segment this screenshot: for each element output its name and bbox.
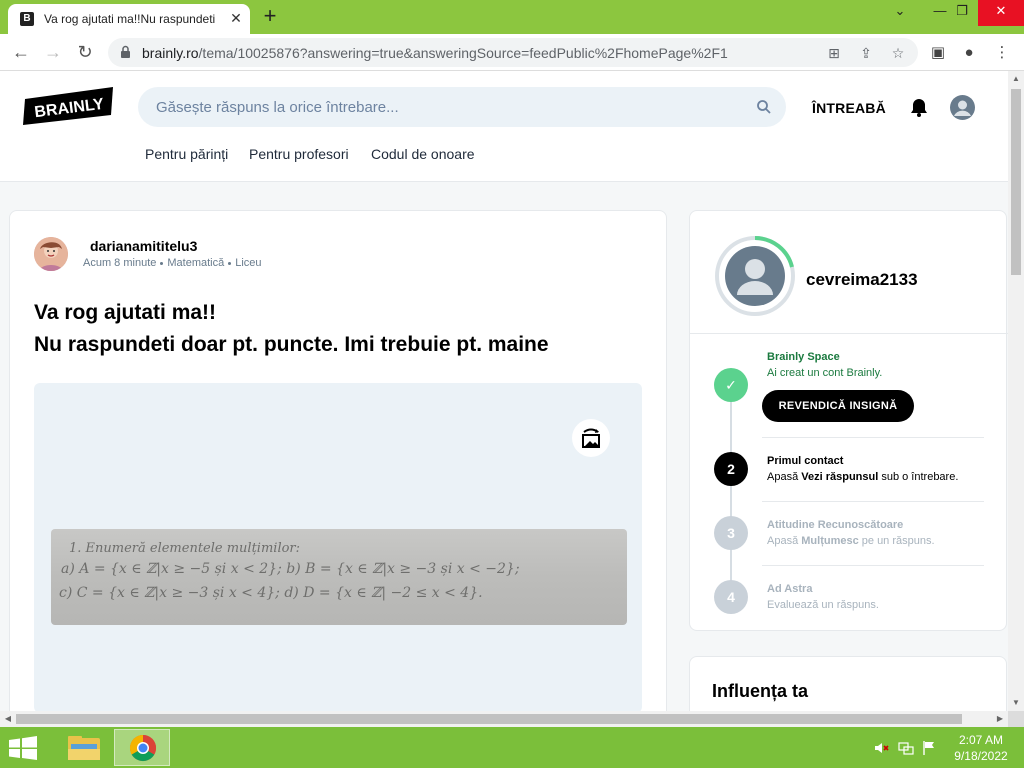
network-icon[interactable] (898, 740, 914, 756)
claim-badge-button[interactable]: REVENDICĂ INSIGNĂ (762, 390, 914, 422)
site-header: BRAINLY Găsește răspuns la orice întreba… (0, 71, 1008, 182)
brainly-logo[interactable]: BRAINLY (23, 87, 115, 125)
question-meta: Acum 8 minute Matematică Liceu (83, 257, 262, 269)
user-avatar-icon[interactable] (950, 95, 975, 120)
asker-avatar[interactable] (34, 237, 68, 271)
lock-icon (121, 45, 130, 58)
question-attachment[interactable]: 1. Enumeră elementele mulțimilor: a) A =… (34, 383, 642, 711)
profile-card: cevreima2133 ✓ Brainly Space Ai creat un… (689, 210, 1008, 631)
scroll-down-icon[interactable]: ▼ (1008, 695, 1024, 711)
forward-icon[interactable]: → (40, 40, 66, 66)
question-time: Acum 8 minute (83, 257, 157, 269)
scrollbar-thumb[interactable] (16, 714, 962, 724)
question-subject-link[interactable]: Matematică (167, 257, 224, 269)
influence-card: Influența ta (689, 656, 1007, 711)
image-rotate-icon (582, 428, 600, 448)
photo-line-3: c) C = {x ∈ ℤ|x ≥ −3 și x < 4}; d) D = {… (59, 585, 483, 601)
menu-kebab-icon[interactable]: ⋮ (990, 41, 1014, 65)
scroll-up-icon[interactable]: ▲ (1008, 71, 1024, 87)
profile-username[interactable]: cevreima2133 (806, 270, 918, 290)
step-1-desc: Ai creat un cont Brainly. (767, 367, 883, 379)
scrollbar-thumb[interactable] (1011, 89, 1021, 275)
step-3-title: Atitudine Recunoscătoare (767, 519, 904, 531)
divider (762, 437, 984, 438)
clock-date: 9/18/2022 (954, 749, 1008, 763)
scroll-left-icon[interactable]: ◀ (0, 711, 16, 727)
vertical-scrollbar[interactable]: ▲ ▼ (1008, 71, 1024, 711)
action-center-flag-icon[interactable] (921, 740, 937, 756)
tab-search-icon[interactable]: ⌄ (882, 0, 918, 26)
step-2-title: Primul contact (767, 455, 844, 467)
profile-avatar-progress[interactable] (714, 235, 796, 317)
translate-icon[interactable]: ⊞ (824, 43, 844, 63)
windows-start-icon[interactable] (8, 736, 38, 760)
brainly-favicon-icon: B (20, 12, 34, 26)
subnav-honor-code-link[interactable]: Codul de onoare (371, 146, 475, 162)
subnav-parents-link[interactable]: Pentru părinți (145, 146, 228, 162)
tab-strip: B Va rog ajutati ma!!Nu raspundeti ✕ + ⌄… (0, 0, 1024, 34)
notification-bell-icon[interactable] (908, 96, 930, 118)
subnav-teachers-link[interactable]: Pentru profesori (249, 146, 349, 162)
step-3-desc: Apasă Mulțumesc pe un răspuns. (767, 535, 935, 547)
photo-line-1: 1. Enumeră elementele mulțimilor: (69, 541, 301, 556)
scroll-right-icon[interactable]: ▶ (992, 711, 1008, 727)
question-level-link[interactable]: Liceu (235, 257, 261, 269)
homework-photo: 1. Enumeră elementele mulțimilor: a) A =… (51, 529, 627, 625)
steps-connector (730, 387, 732, 587)
new-tab-button[interactable]: + (258, 5, 282, 29)
volume-muted-icon[interactable] (873, 740, 889, 756)
system-clock[interactable]: 2:07 AM 9/18/2022 (948, 732, 1014, 764)
step-2-desc: Apasă Vezi răspunsul sub o întrebare. (767, 471, 959, 483)
divider (690, 333, 1008, 334)
side-panel-icon[interactable]: ▣ (926, 41, 950, 65)
search-icon[interactable] (756, 99, 772, 115)
restore-button[interactable]: ❐ (944, 0, 980, 26)
step-3-badge: 3 (714, 516, 748, 550)
influence-title: Influența ta (712, 681, 809, 701)
scrollbar-corner (1008, 711, 1024, 727)
divider (762, 501, 984, 502)
share-icon[interactable]: ⇪ (856, 43, 876, 63)
file-explorer-taskbar-icon[interactable] (56, 729, 112, 766)
step-1-title: Brainly Space (767, 351, 840, 363)
profile-icon[interactable]: ● (957, 41, 981, 65)
chrome-taskbar-icon[interactable] (114, 729, 170, 766)
asker-username[interactable]: darianamititelu3 (90, 238, 197, 254)
step-4-badge: 4 (714, 580, 748, 614)
ask-question-button[interactable]: ÎNTREABĂ (812, 100, 886, 116)
bookmark-star-icon[interactable]: ☆ (888, 43, 908, 63)
url-text: brainly.ro/tema/10025876?answering=true&… (142, 45, 728, 61)
divider (762, 565, 984, 566)
step-4-desc: Evaluează un răspuns. (767, 599, 879, 611)
web-page: BRAINLY Găsește răspuns la orice întreba… (0, 71, 1008, 711)
question-title: Va rog ajutati ma!! Nu raspundeti doar p… (34, 297, 634, 361)
address-bar[interactable]: brainly.ro/tema/10025876?answering=true&… (108, 38, 918, 67)
tab-close-icon[interactable]: ✕ (228, 10, 244, 26)
step-1-check-icon: ✓ (714, 368, 748, 402)
browser-tab[interactable]: B Va rog ajutati ma!!Nu raspundeti ✕ (8, 4, 250, 34)
windows-taskbar: 2:07 AM 9/18/2022 (0, 727, 1024, 768)
tab-title: Va rog ajutati ma!!Nu raspundeti (44, 12, 216, 26)
horizontal-scrollbar[interactable]: ◀ ▶ (0, 711, 1008, 727)
close-window-button[interactable]: ✕ (978, 0, 1024, 26)
question-card: darianamititelu3 Acum 8 minute Matematică… (9, 210, 667, 711)
question-title-line1: Va rog ajutati ma!! (34, 301, 217, 324)
browser-toolbar: ← → ↻ brainly.ro/tema/10025876?answering… (0, 34, 1024, 71)
back-icon[interactable]: ← (8, 40, 34, 66)
photo-line-2: a) A = {x ∈ ℤ|x ≥ −5 și x < 2}; b) B = {… (61, 561, 520, 577)
search-bar[interactable]: Găsește răspuns la orice întrebare... (138, 87, 786, 127)
image-rotate-button[interactable] (572, 419, 610, 457)
clock-time: 2:07 AM (958, 733, 1004, 747)
search-input[interactable]: Găsește răspuns la orice întrebare... (156, 99, 399, 116)
reload-icon[interactable]: ↻ (72, 40, 98, 66)
step-4-title: Ad Astra (767, 583, 813, 595)
step-2-badge: 2 (714, 452, 748, 486)
question-title-line2: Nu raspundeti doar pt. puncte. Imi trebu… (34, 333, 549, 356)
